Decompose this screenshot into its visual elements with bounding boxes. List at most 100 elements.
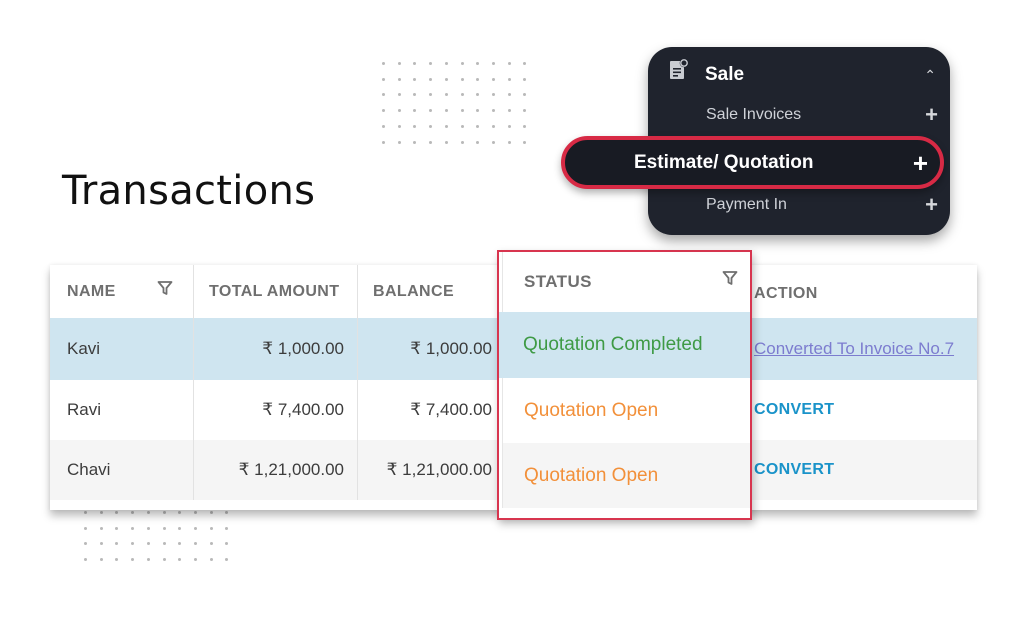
decorative-dot: [146, 511, 150, 514]
decorative-dot: [99, 526, 103, 530]
decorative-dot: [476, 109, 480, 113]
decorative-dot: [397, 124, 401, 128]
cell-total-amount: ₹ 7,400.00: [262, 400, 344, 419]
column-header-status[interactable]: STATUS: [502, 252, 750, 312]
convert-button[interactable]: CONVERT: [754, 401, 834, 419]
decorative-dot: [225, 542, 229, 546]
decorative-dot: [162, 558, 166, 562]
status-column-highlight: STATUS Quotation Completed Quotation Ope…: [497, 250, 752, 520]
decorative-dot: [413, 93, 417, 97]
decorative-dot: [429, 62, 433, 65]
decorative-dot: [507, 109, 511, 113]
decorative-dot: [84, 558, 87, 562]
column-header-action[interactable]: ACTION: [753, 265, 977, 318]
column-header-balance[interactable]: BALANCE: [357, 265, 499, 318]
column-header-total-amount[interactable]: TOTAL AMOUNT: [193, 265, 357, 318]
decorative-dot: [115, 511, 119, 514]
plus-icon[interactable]: +: [925, 104, 938, 126]
decorative-dot: [397, 109, 401, 113]
decorative-dot: [491, 77, 495, 81]
menu-section-sale[interactable]: Sale ⌃: [648, 55, 950, 95]
convert-button[interactable]: CONVERT: [754, 461, 834, 479]
menu-item-payment-in[interactable]: Payment In +: [648, 193, 950, 217]
decorative-dot: [491, 124, 495, 128]
decorative-dot: [507, 93, 511, 97]
filter-icon[interactable]: [157, 280, 173, 296]
menu-item-estimate-quotation[interactable]: Estimate/ Quotation +: [561, 136, 944, 189]
decorative-dot: [476, 93, 480, 97]
menu-section-label: Sale: [705, 64, 745, 85]
decorative-dot: [460, 93, 464, 97]
plus-icon[interactable]: +: [913, 150, 928, 176]
cell-action: Converted To Invoice No.7: [753, 318, 977, 380]
decorative-dot: [460, 124, 464, 128]
decorative-dot: [491, 62, 495, 65]
decorative-dot: [162, 511, 166, 514]
decorative-dot: [397, 62, 401, 65]
decorative-dot: [397, 93, 401, 97]
converted-invoice-link[interactable]: Converted To Invoice No.7: [754, 339, 954, 359]
decorative-dot: [476, 124, 480, 128]
decorative-dot: [491, 93, 495, 97]
column-divider: [357, 265, 358, 500]
decorative-dot: [397, 140, 401, 144]
decorative-dot: [225, 526, 229, 530]
filter-icon[interactable]: [722, 270, 738, 286]
decorative-dot: [382, 140, 385, 144]
decorative-dot: [476, 62, 480, 65]
cell-balance: ₹ 7,400.00: [410, 400, 492, 419]
decorative-dot: [413, 109, 417, 113]
decorative-dot: [115, 542, 119, 546]
decorative-dot: [84, 542, 87, 546]
decorative-dot: [507, 62, 511, 65]
decorative-dot: [507, 124, 511, 128]
decorative-dot: [507, 77, 511, 81]
decorative-dot: [444, 62, 448, 65]
decorative-dot: [460, 109, 464, 113]
decorative-dot: [460, 62, 464, 65]
sale-document-icon: [670, 58, 689, 79]
decorative-dot: [162, 542, 166, 546]
decorative-dot: [131, 542, 135, 546]
decorative-dot: [523, 124, 527, 128]
cell-action: CONVERT: [753, 440, 977, 500]
decorative-dot: [382, 93, 385, 97]
decorative-dot: [193, 511, 197, 514]
decorative-dot: [413, 62, 417, 65]
decorative-dot: [209, 558, 213, 562]
decorative-dot: [146, 526, 150, 530]
cell-name: Kavi: [67, 339, 101, 358]
decorative-dot: [429, 140, 433, 144]
decorative-dot: [115, 558, 119, 562]
decorative-dot: [146, 558, 150, 562]
cell-total-amount: ₹ 1,000.00: [262, 339, 344, 358]
page-title: Transactions: [62, 168, 316, 214]
decorative-dot: [413, 140, 417, 144]
cell-name: Chavi: [67, 460, 111, 479]
decorative-dot: [397, 77, 401, 81]
decorative-dot: [99, 558, 103, 562]
decorative-dot: [131, 558, 135, 562]
column-divider: [193, 265, 194, 500]
decorative-dot: [193, 526, 197, 530]
decorative-dot: [429, 77, 433, 81]
decorative-dot: [460, 77, 464, 81]
plus-icon[interactable]: +: [925, 194, 938, 216]
decorative-dot: [225, 558, 229, 562]
decorative-dot: [146, 542, 150, 546]
chevron-up-icon[interactable]: ⌃: [924, 67, 936, 84]
menu-item-sale-invoices[interactable]: Sale Invoices +: [648, 103, 950, 127]
decorative-dot: [429, 93, 433, 97]
decorative-dot: [476, 77, 480, 81]
decorative-dot: [84, 526, 87, 530]
status-completed: Quotation Completed: [499, 312, 750, 378]
decorative-dot: [382, 77, 385, 81]
decorative-dot: [178, 558, 182, 562]
status-open: Quotation Open: [502, 443, 750, 508]
decorative-dot: [131, 526, 135, 530]
cell-total-amount: ₹ 1,21,000.00: [238, 460, 344, 479]
decorative-dot: [382, 109, 385, 113]
cell-name: Ravi: [67, 400, 102, 419]
decorative-dot: [444, 140, 448, 144]
decorative-dot: [507, 140, 511, 144]
